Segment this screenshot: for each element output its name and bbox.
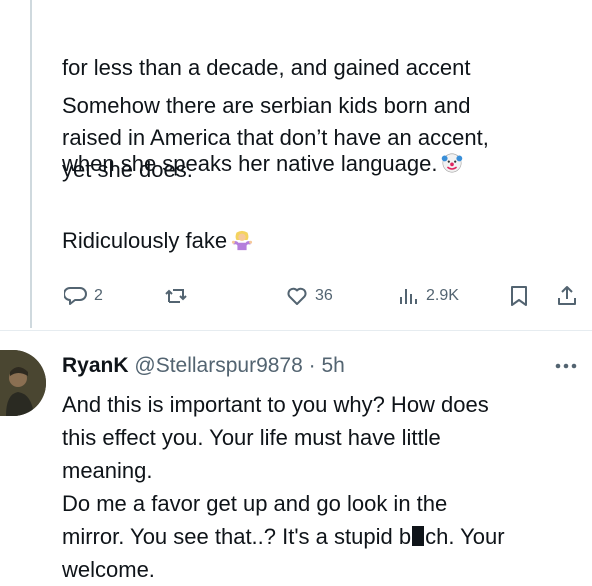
reply-line-4: Do me a favor get up and go look in the [62,491,448,516]
reply-line-1: And this is important to you why? How do… [62,392,489,417]
post-paragraph-2: Somehow there are serbian kids born and … [62,93,489,182]
reply-count: 2 [94,287,103,304]
post-line-1: for less than a decade, and gained accen… [62,55,471,80]
more-options-icon[interactable] [553,358,579,374]
reply-header: RyanK @Stellarspur9878 · 5h [62,352,345,380]
censor-block [412,526,425,546]
reply-line-2: this effect you. Your life must have lit… [62,425,441,450]
post-divider [0,330,592,331]
reply-text: And this is important to you why? How do… [62,388,587,586]
like-count: 36 [315,287,333,304]
like-button[interactable]: 36 [285,282,333,310]
display-name[interactable]: RyanK [62,354,129,377]
share-icon [558,286,576,305]
reply-button[interactable]: 2 [64,282,103,310]
avatar[interactable] [0,350,46,416]
avatar-image [0,350,46,416]
timestamp[interactable]: 5h [321,354,344,377]
reply-line-5: mirror. You see that..? It's a stupid bc… [62,524,505,549]
reply-line-3: meaning. [62,458,153,483]
share-button[interactable] [555,282,579,310]
views-button[interactable]: 2.9K [396,282,459,310]
view-count: 2.9K [426,287,459,304]
bookmark-button[interactable] [508,282,530,310]
views-chart-icon [400,289,417,304]
meta-separator: · [308,354,316,377]
post-action-bar: 2 36 2.9K [0,282,592,310]
reply-line-6: welcome. [62,557,155,582]
repost-button[interactable] [164,282,196,310]
thread-connector-line [30,0,32,328]
post-paragraph-3: Ridiculously fake [62,225,582,257]
bookmark-icon [511,286,527,306]
heart-icon [287,287,307,305]
repost-icon [165,289,187,303]
person-shrugging-icon [231,230,253,251]
user-handle[interactable]: @Stellarspur9878 [134,354,302,377]
reply-icon [64,287,87,305]
